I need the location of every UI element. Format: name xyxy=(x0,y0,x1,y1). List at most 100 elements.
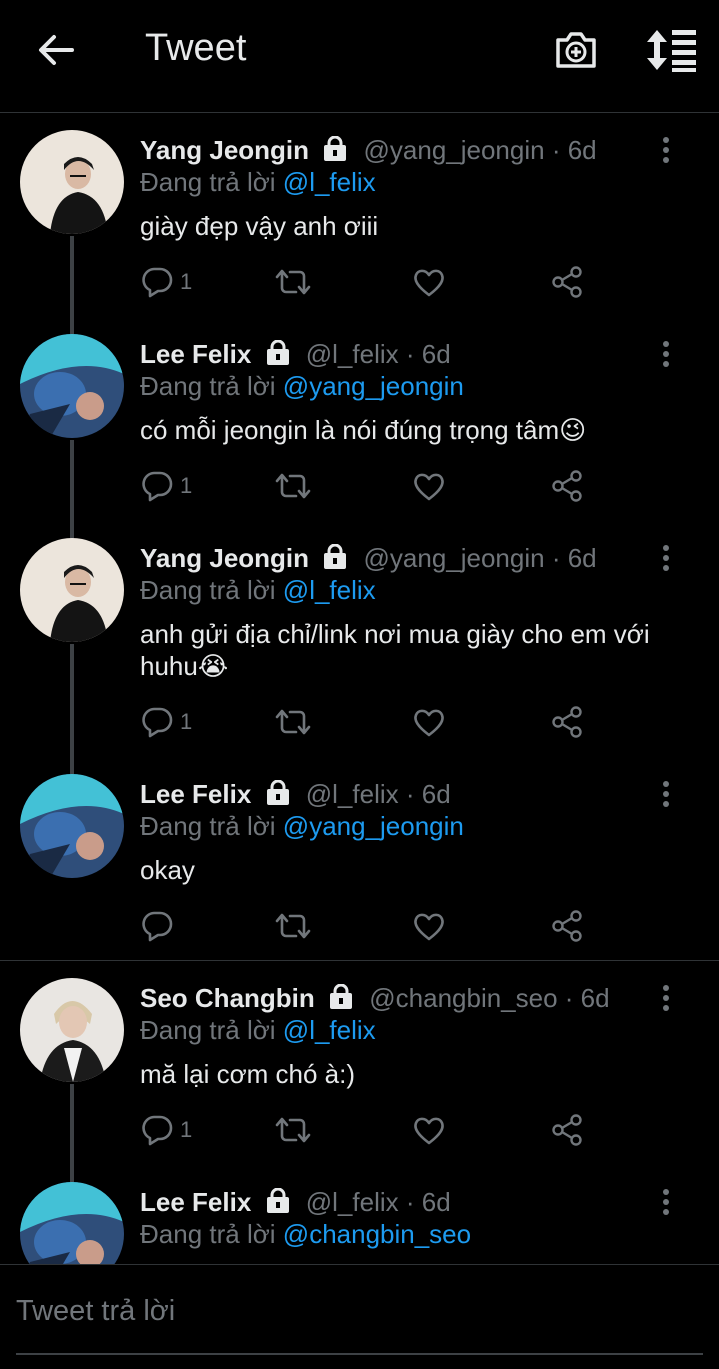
retweet-icon xyxy=(275,709,311,735)
share-button[interactable] xyxy=(550,466,584,506)
reply-thread: Yang Jeongin @yang_jeongin · 6d Đang trả… xyxy=(0,112,719,1264)
reply-tweet[interactable]: Lee Felix @l_felix · 6d Đang trả lời @ya… xyxy=(0,756,719,960)
tweet-text: có mỗi jeongin là nói đúng trọng tâm😉 xyxy=(140,415,587,445)
tweet-text: giày đẹp vậy anh ơiii xyxy=(140,211,379,241)
replying-to: Đang trả lời @yang_jeongin xyxy=(140,811,464,841)
more-options-icon[interactable] xyxy=(654,1184,678,1220)
reply-button[interactable]: 1 xyxy=(140,466,192,506)
display-name[interactable]: Yang Jeongin xyxy=(140,543,309,573)
like-button[interactable] xyxy=(412,466,446,506)
user-handle: @yang_jeongin xyxy=(363,543,545,573)
share-icon xyxy=(552,910,582,942)
lock-icon xyxy=(324,136,347,161)
avatar[interactable] xyxy=(20,130,124,234)
avatar[interactable] xyxy=(20,538,124,642)
composer-underline xyxy=(16,1353,703,1355)
user-handle: @l_felix xyxy=(305,1187,399,1217)
reply-tweet[interactable]: Yang Jeongin @yang_jeongin · 6d Đang trả… xyxy=(0,112,719,316)
heart-icon xyxy=(414,473,444,501)
like-button[interactable] xyxy=(412,906,446,946)
reply-button[interactable] xyxy=(140,906,180,946)
lock-icon xyxy=(330,984,353,1009)
timestamp: · 6d xyxy=(405,779,451,809)
more-options-icon[interactable] xyxy=(654,132,678,168)
retweet-button[interactable] xyxy=(274,906,312,946)
reply-icon xyxy=(142,707,173,738)
reply-tweet[interactable]: Lee Felix @l_felix · 6d Đang trả lời @ya… xyxy=(0,316,719,520)
reply-icon xyxy=(142,911,173,942)
reply-count: 1 xyxy=(180,1117,193,1142)
like-button[interactable] xyxy=(412,1110,446,1150)
reply-icon xyxy=(142,471,173,502)
camera-plus-icon[interactable] xyxy=(552,26,600,74)
top-app-bar: Tweet xyxy=(0,0,719,113)
display-name[interactable]: Lee Felix xyxy=(140,339,251,369)
more-options-icon[interactable] xyxy=(654,776,678,812)
avatar[interactable] xyxy=(20,1182,124,1264)
reply-to-link[interactable]: @yang_jeongin xyxy=(283,371,464,401)
retweet-button[interactable] xyxy=(274,262,312,302)
reply-button[interactable]: 1 xyxy=(140,702,192,742)
reply-button[interactable]: 1 xyxy=(140,1110,192,1150)
retweet-icon xyxy=(275,473,311,499)
sort-icon[interactable] xyxy=(645,26,699,74)
reply-to-link[interactable]: @l_felix xyxy=(283,1015,376,1045)
more-options-icon[interactable] xyxy=(654,980,678,1016)
replying-to: Đang trả lời @changbin_seo xyxy=(140,1219,472,1249)
heart-icon xyxy=(414,269,444,297)
avatar[interactable] xyxy=(20,978,124,1082)
retweet-button[interactable] xyxy=(274,702,312,742)
user-handle: @yang_jeongin xyxy=(363,135,545,165)
reply-to-link[interactable]: @changbin_seo xyxy=(283,1219,471,1249)
heart-icon xyxy=(414,913,444,941)
avatar[interactable] xyxy=(20,774,124,878)
reply-button[interactable]: 1 xyxy=(140,262,192,302)
display-name[interactable]: Lee Felix xyxy=(140,779,251,809)
display-name[interactable]: Lee Felix xyxy=(140,1187,251,1217)
reply-to-link[interactable]: @l_felix xyxy=(283,575,376,605)
lock-icon xyxy=(266,1188,289,1213)
reply-tweet[interactable]: Yang Jeongin @yang_jeongin · 6d Đang trả… xyxy=(0,520,719,756)
display-name[interactable]: Yang Jeongin xyxy=(140,135,309,165)
retweet-button[interactable] xyxy=(274,1110,312,1150)
reply-input-placeholder[interactable]: Tweet trả lời xyxy=(16,1295,175,1328)
like-button[interactable] xyxy=(412,262,446,302)
reply-composer[interactable]: Tweet trả lời xyxy=(0,1264,719,1369)
heart-icon xyxy=(414,709,444,737)
like-button[interactable] xyxy=(412,702,446,742)
share-button[interactable] xyxy=(550,906,584,946)
timestamp: · 6d xyxy=(405,1187,451,1217)
retweet-button[interactable] xyxy=(274,466,312,506)
back-arrow-icon[interactable] xyxy=(34,28,78,72)
lock-icon xyxy=(266,340,289,365)
timestamp: · 6d xyxy=(551,543,597,573)
reply-icon xyxy=(142,267,173,298)
tweet-text: anh gửi địa chỉ/link nơi mua giày cho em… xyxy=(140,619,650,681)
reply-tweet[interactable]: Lee Felix @l_felix · 6d Đang trả lời @ch… xyxy=(0,1168,719,1264)
replying-to: Đang trả lời @l_felix xyxy=(140,1015,376,1045)
timestamp: · 6d xyxy=(564,983,610,1013)
retweet-icon xyxy=(275,269,311,295)
display-name[interactable]: Seo Changbin xyxy=(140,983,315,1013)
reply-to-link[interactable]: @yang_jeongin xyxy=(283,811,464,841)
reply-count: 1 xyxy=(180,709,193,734)
share-icon xyxy=(552,706,582,738)
reply-to-link[interactable]: @l_felix xyxy=(283,167,376,197)
share-button[interactable] xyxy=(550,702,584,742)
timestamp: · 6d xyxy=(551,135,597,165)
avatar[interactable] xyxy=(20,334,124,438)
retweet-icon xyxy=(275,1117,311,1143)
reply-icon xyxy=(142,1115,173,1146)
share-button[interactable] xyxy=(550,1110,584,1150)
page-title: Tweet xyxy=(145,27,247,69)
replying-to: Đang trả lời @yang_jeongin xyxy=(140,371,464,401)
share-icon xyxy=(552,470,582,502)
user-handle: @changbin_seo xyxy=(369,983,558,1013)
heart-icon xyxy=(414,1117,444,1145)
reply-tweet[interactable]: Seo Changbin @changbin_seo · 6d Đang trả… xyxy=(0,964,719,1168)
lock-icon xyxy=(324,544,347,569)
lock-icon xyxy=(266,780,289,805)
more-options-icon[interactable] xyxy=(654,540,678,576)
more-options-icon[interactable] xyxy=(654,336,678,372)
share-button[interactable] xyxy=(550,262,584,302)
